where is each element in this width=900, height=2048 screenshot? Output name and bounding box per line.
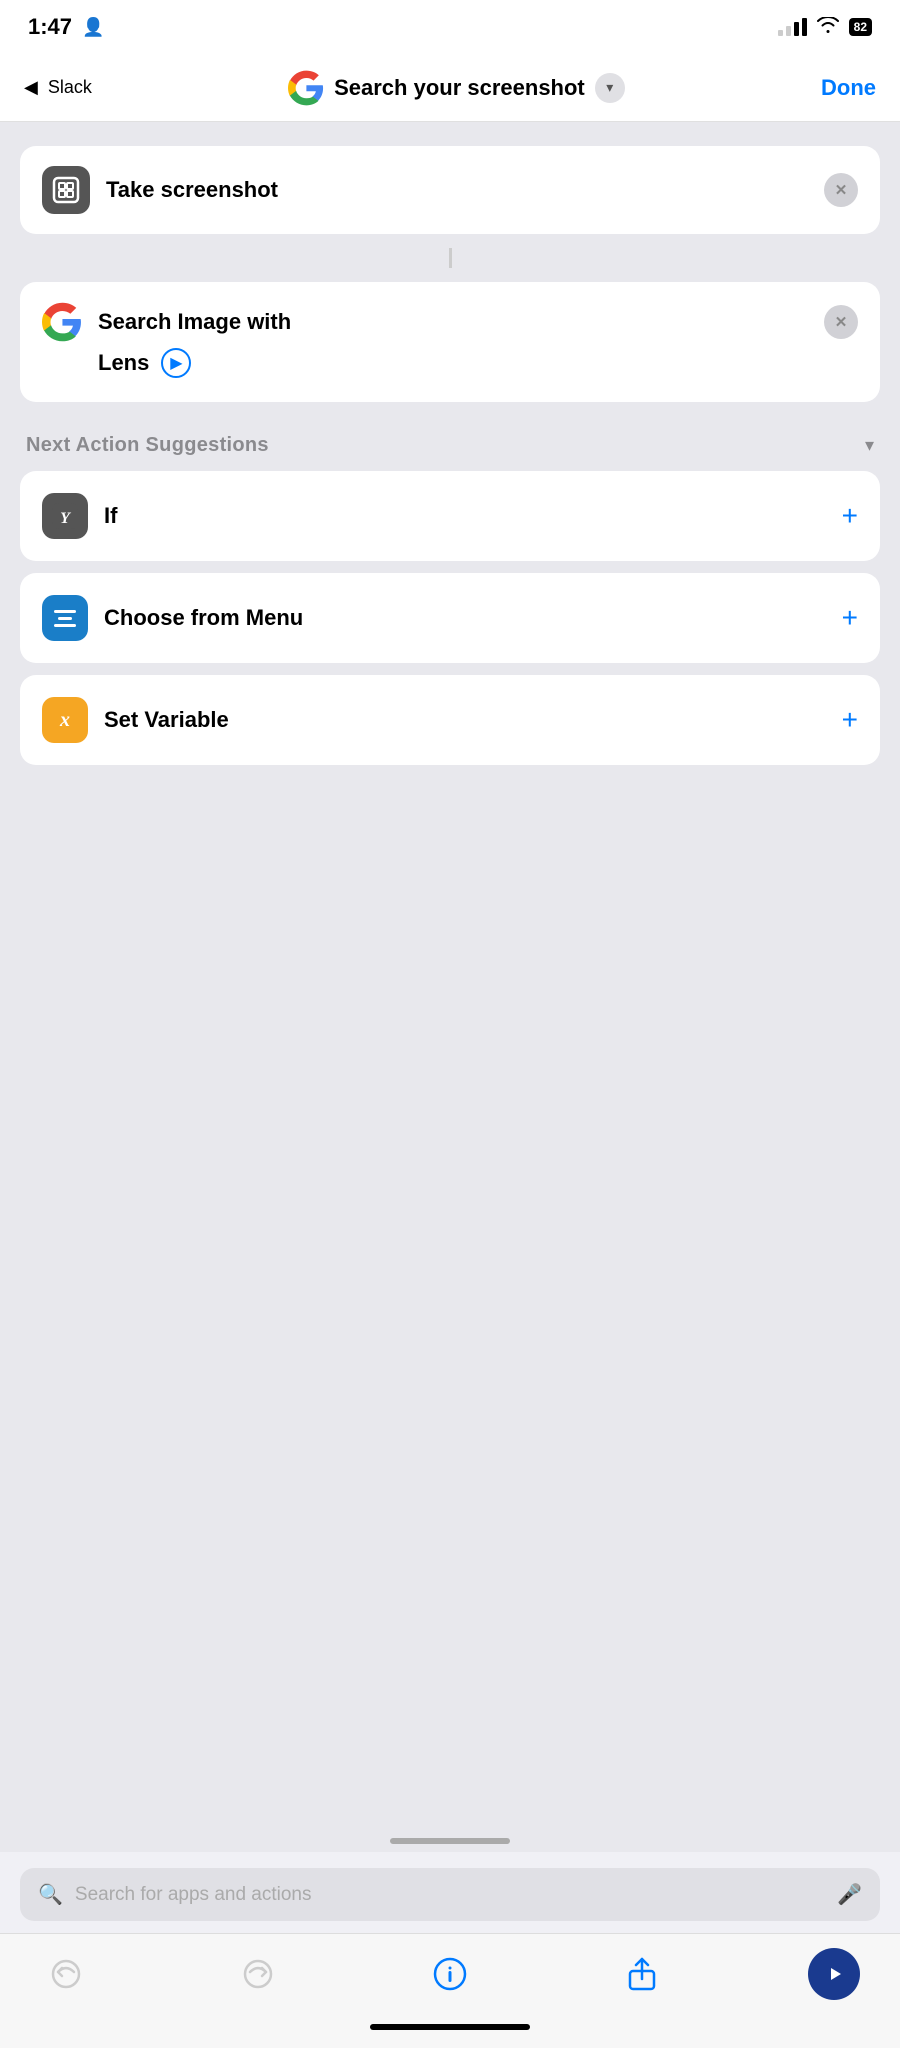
variable-icon: x: [42, 697, 88, 743]
suggestion-set-variable[interactable]: x Set Variable +: [20, 675, 880, 765]
wifi-icon: [817, 17, 839, 38]
screenshot-action-icon: [42, 166, 90, 214]
battery-icon: 82: [849, 18, 872, 36]
chevron-down-icon[interactable]: ▾: [865, 435, 874, 456]
suggestion-var-label: Set Variable: [104, 707, 826, 733]
microphone-icon[interactable]: 🎤: [837, 1882, 862, 1907]
undo-button[interactable]: [40, 1948, 92, 2000]
suggestion-menu-label: Choose from Menu: [104, 605, 826, 631]
home-indicator: [0, 2014, 900, 2048]
play-button[interactable]: [808, 1948, 860, 2000]
suggestion-choose-menu[interactable]: Choose from Menu +: [20, 573, 880, 663]
bottom-toolbar: [0, 1933, 900, 2014]
suggestion-if-add[interactable]: +: [842, 502, 858, 530]
main-content: Take screenshot ✕ Search Image with ✕ Le…: [0, 122, 900, 1822]
person-icon: 👤: [82, 17, 104, 38]
search-area: 🔍 Search for apps and actions 🎤: [0, 1852, 900, 1933]
if-icon: Y: [42, 493, 88, 539]
svg-text:Y: Y: [60, 510, 71, 527]
search-input[interactable]: Search for apps and actions: [75, 1884, 825, 1906]
take-screenshot-label: Take screenshot: [106, 176, 808, 205]
suggestion-if-label: If: [104, 503, 826, 529]
nav-title: Search your screenshot: [334, 75, 585, 101]
nav-title-wrap: Search your screenshot ▾: [288, 70, 625, 106]
suggestion-var-add[interactable]: +: [842, 706, 858, 734]
nav-back[interactable]: ◀ Slack: [24, 77, 92, 98]
status-left: 1:47 👤: [28, 14, 104, 40]
lens-arrow-icon[interactable]: ▶: [161, 348, 191, 378]
status-time: 1:47: [28, 14, 72, 40]
status-bar: 1:47 👤 82: [0, 0, 900, 54]
search-image-label: Search Image with: [98, 308, 808, 337]
menu-icon: [42, 595, 88, 641]
redo-button[interactable]: [232, 1948, 284, 2000]
search-wrap: 🔍 Search for apps and actions 🎤: [20, 1868, 880, 1921]
dropdown-button[interactable]: ▾: [595, 73, 625, 103]
back-label: Slack: [48, 77, 92, 98]
back-arrow-icon: ◀: [24, 77, 38, 98]
lens-text: Lens: [98, 350, 149, 376]
google-action-icon: [42, 302, 82, 342]
take-screenshot-close[interactable]: ✕: [824, 173, 858, 207]
take-screenshot-card: Take screenshot ✕: [20, 146, 880, 234]
signal-icon: [778, 18, 807, 36]
bottom-handle: [0, 1822, 900, 1852]
lens-label: Lens ▶: [42, 348, 858, 378]
take-screenshot-row: Take screenshot ✕: [20, 146, 880, 234]
search-image-row: Search Image with ✕ Lens ▶: [20, 282, 880, 402]
suggestion-if[interactable]: Y If +: [20, 471, 880, 561]
share-button[interactable]: [616, 1948, 668, 2000]
search-image-card: Search Image with ✕ Lens ▶: [20, 282, 880, 402]
info-button[interactable]: [424, 1948, 476, 2000]
nav-bar: ◀ Slack Search your screenshot ▾ Done: [0, 54, 900, 122]
drag-handle: [390, 1838, 510, 1844]
suggestion-menu-add[interactable]: +: [842, 604, 858, 632]
search-image-close[interactable]: ✕: [824, 305, 858, 339]
search-icon: 🔍: [38, 1882, 63, 1907]
google-logo: [288, 70, 324, 106]
done-button[interactable]: Done: [821, 75, 876, 101]
status-right: 82: [778, 17, 872, 38]
next-actions-header: Next Action Suggestions ▾: [20, 416, 880, 471]
connector: [20, 248, 880, 268]
section-title: Next Action Suggestions: [26, 434, 269, 457]
home-bar: [370, 2024, 530, 2030]
